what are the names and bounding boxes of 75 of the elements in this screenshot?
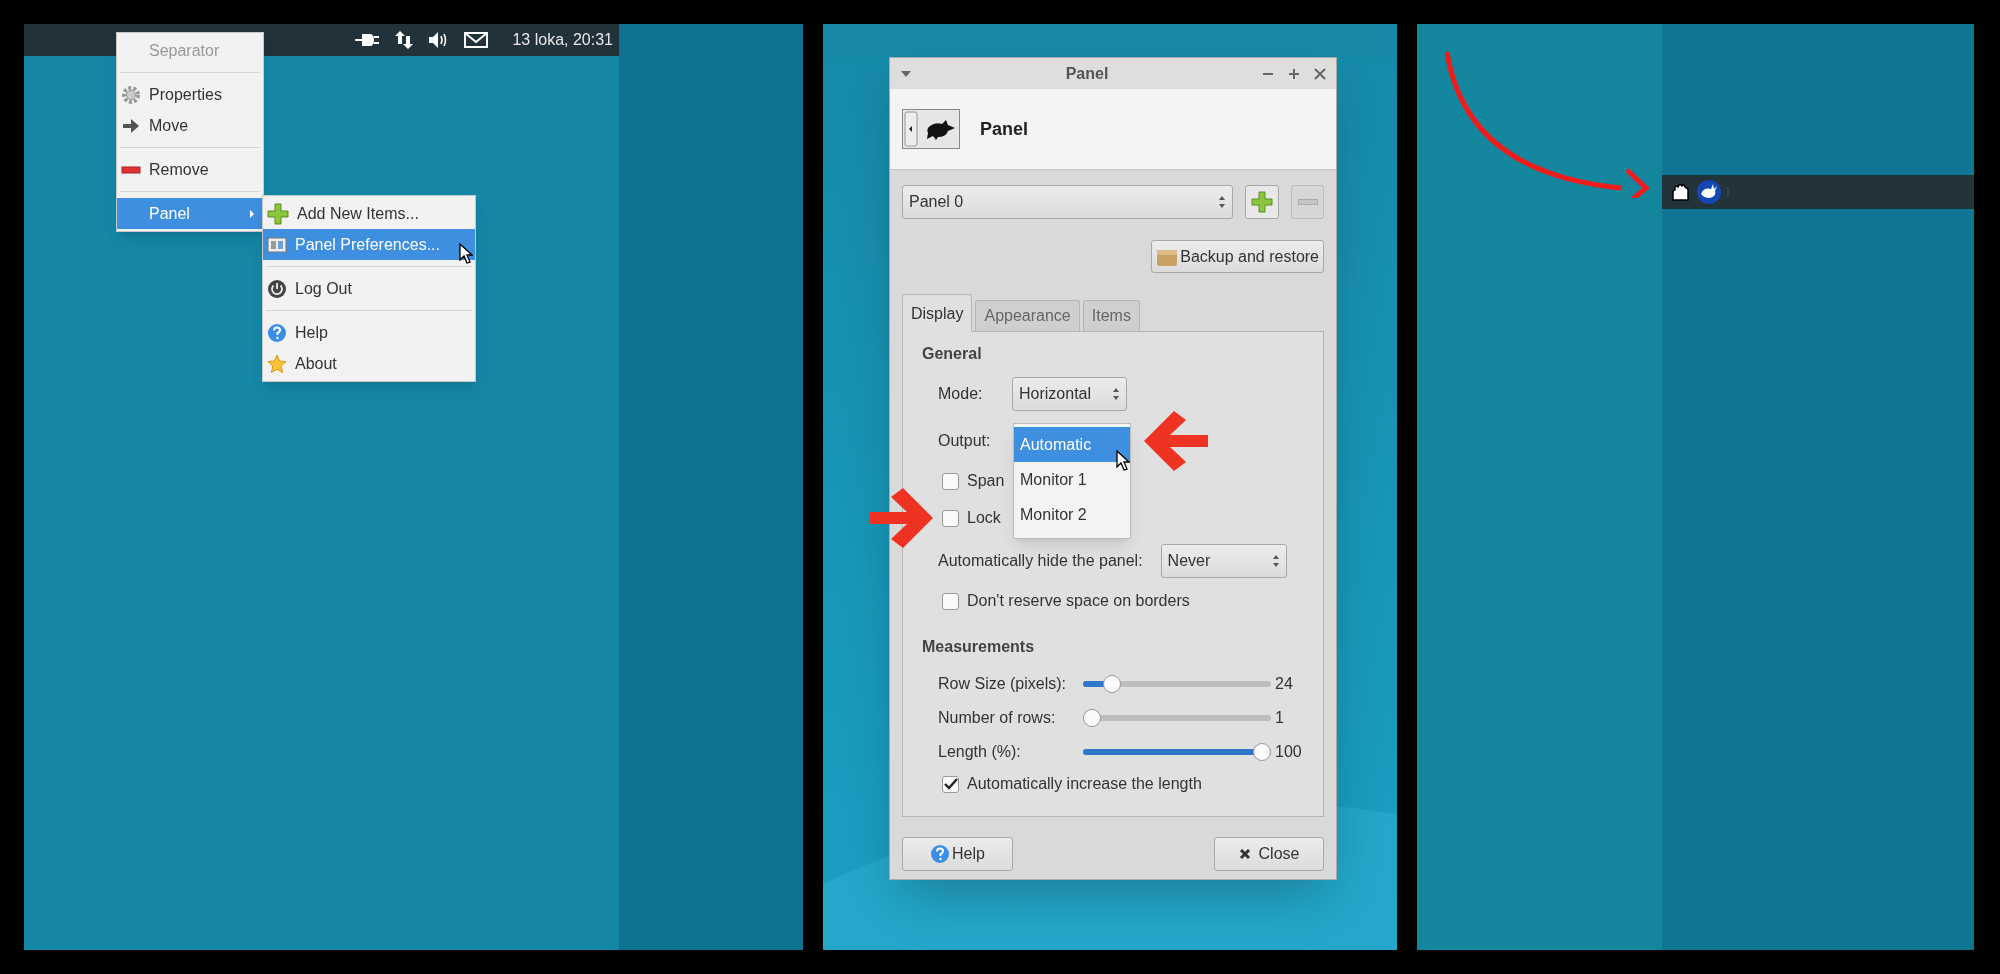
mouse-logo-icon[interactable] [1696, 179, 1722, 205]
close-icon[interactable] [1314, 67, 1326, 80]
plus-icon [1251, 191, 1274, 213]
mail-icon[interactable] [464, 31, 489, 49]
gear-icon [121, 84, 141, 105]
menu-item[interactable]: Move [117, 110, 263, 141]
help-icon [267, 322, 287, 343]
checkbox[interactable] [942, 509, 959, 527]
plus-icon [267, 202, 289, 225]
panel-dropdown[interactable]: Panel 0 [902, 185, 1234, 219]
pointer-arrow-annotation [867, 485, 935, 551]
tab[interactable]: Appearance [975, 300, 1080, 331]
add-button[interactable] [1245, 185, 1280, 219]
slider[interactable] [1083, 675, 1271, 693]
menu-item[interactable]: Log Out [263, 273, 475, 304]
tab[interactable]: Items [1082, 300, 1140, 331]
slider[interactable] [1083, 743, 1271, 761]
power-plug-icon[interactable] [354, 31, 381, 49]
submenu-caret-icon [249, 208, 255, 219]
window-menu-icon[interactable] [900, 69, 912, 78]
label: Row Size (pixels): [938, 674, 1068, 694]
checkbox[interactable] [942, 775, 959, 793]
slider-thumb[interactable] [1253, 743, 1271, 761]
label: Mode: [938, 384, 984, 404]
star-icon [267, 353, 287, 374]
tab[interactable]: Display [902, 294, 973, 332]
slider-thumb[interactable] [1103, 675, 1122, 693]
cursor-icon [459, 243, 473, 265]
spin-arrows-icon [1271, 554, 1280, 568]
mouse-icon [902, 109, 960, 149]
close-button[interactable]: Close [1214, 837, 1324, 871]
backup-button[interactable]: Backup and restore [1151, 240, 1324, 273]
drag-handle-icon[interactable] [1726, 187, 1730, 197]
close-icon [1238, 848, 1251, 860]
dropdown-option[interactable]: Monitor 2 [1014, 497, 1130, 532]
section-heading: General [922, 344, 983, 364]
minus-icon [1297, 199, 1318, 205]
check-icon [943, 778, 958, 790]
menu-item[interactable]: Help [263, 317, 475, 348]
label: Span [967, 471, 1005, 491]
menu-item[interactable]: About [263, 348, 475, 379]
hand-icon[interactable] [1670, 182, 1692, 202]
power-icon [267, 278, 287, 299]
autohide-dropdown[interactable]: Never [1160, 544, 1287, 578]
mode-dropdown[interactable]: Horizontal [1012, 377, 1127, 411]
label: Number of rows: [938, 708, 1057, 728]
label: Output: [938, 431, 991, 451]
slider-thumb[interactable] [1083, 709, 1101, 727]
preferences-icon [267, 234, 287, 255]
checkbox[interactable] [942, 592, 959, 610]
clock[interactable]: 13 loka, 20:31 [512, 28, 613, 52]
label: Length (%): [938, 742, 1022, 762]
slider-value: 24 [1275, 674, 1293, 694]
label: Lock [967, 508, 1001, 528]
dialog-heading: Panel [980, 117, 1029, 141]
slider-value: 1 [1275, 708, 1284, 728]
checkbox[interactable] [942, 472, 959, 490]
window-title: Panel [1064, 63, 1110, 84]
label: Automatically increase the length [967, 774, 1202, 794]
section-heading: Measurements [922, 637, 1036, 657]
label: Automatically hide the panel: [938, 551, 1143, 571]
help-icon [930, 844, 951, 864]
menu-item[interactable]: Add New Items... [263, 198, 475, 229]
network-arrows-icon[interactable] [394, 30, 415, 50]
menu-item[interactable]: Remove [117, 154, 263, 185]
slider-value: 100 [1275, 742, 1302, 762]
slider[interactable] [1083, 709, 1271, 727]
spin-arrows-icon [1112, 387, 1120, 401]
pointer-arrow-annotation [1142, 408, 1210, 474]
dropdown-option[interactable]: Monitor 1 [1014, 462, 1130, 497]
help-button[interactable]: Help [902, 837, 1013, 871]
menu-item[interactable]: Properties [117, 79, 263, 110]
spin-arrows-icon [1218, 195, 1227, 209]
maximize-icon[interactable] [1288, 67, 1300, 80]
label: Don't reserve space on borders [967, 591, 1190, 611]
